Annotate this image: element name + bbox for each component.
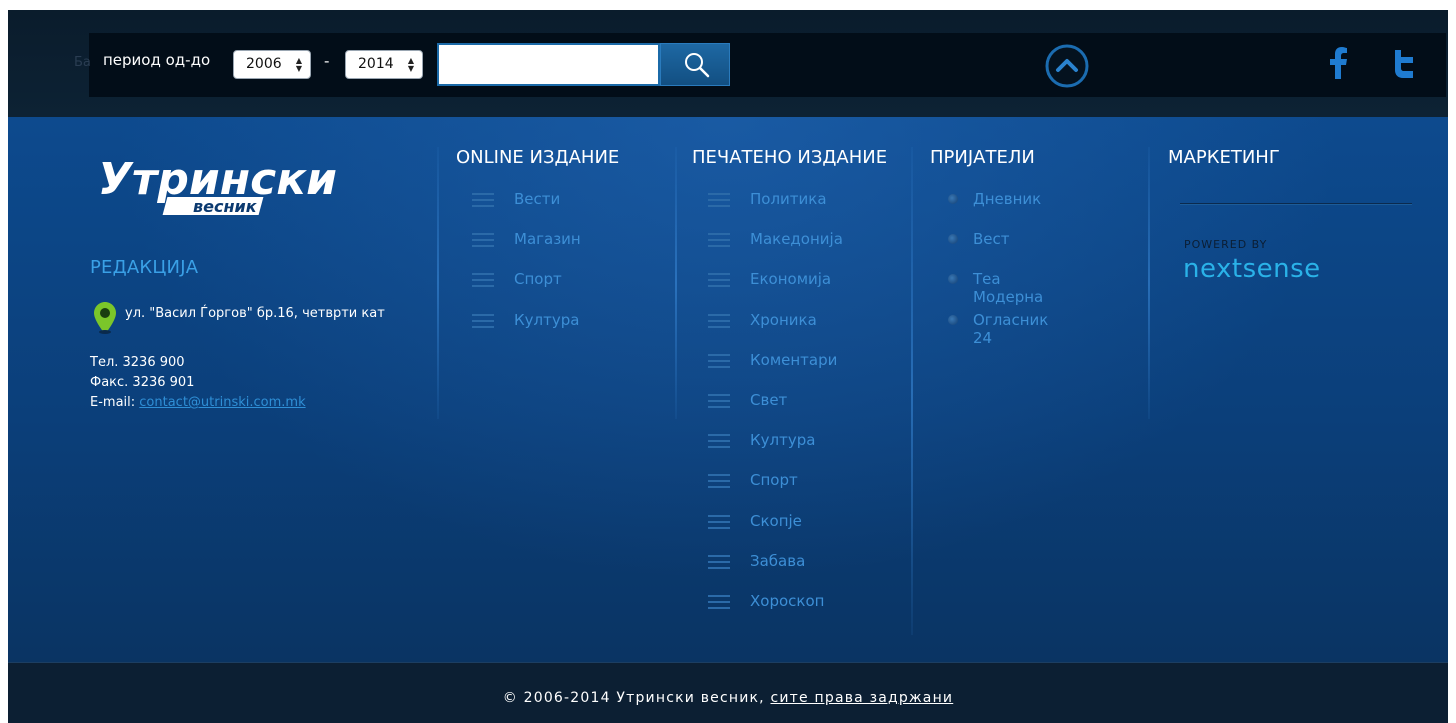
nextsense-logo[interactable]: nextsense bbox=[1183, 254, 1321, 284]
rights-link[interactable]: сите права задржани bbox=[770, 690, 953, 706]
print-item-label: Македонија bbox=[750, 230, 843, 249]
fax-text: Факс. 3236 901 bbox=[90, 375, 195, 390]
search-button[interactable] bbox=[660, 43, 730, 86]
column-divider bbox=[911, 147, 913, 635]
scroll-top-button[interactable] bbox=[1042, 43, 1092, 89]
search-input[interactable] bbox=[437, 43, 660, 86]
contact-info: Тел. 3236 900 Факс. 3236 901 E-mail: con… bbox=[90, 353, 306, 413]
friends-item-label: Огласник 24 bbox=[973, 310, 1049, 347]
print-item-label: Коментари bbox=[750, 350, 838, 369]
chevron-up-circle-icon bbox=[1045, 44, 1089, 88]
print-title: ПЕЧАТЕНО ИЗДАНИЕ bbox=[692, 147, 888, 168]
print-item-label: Спорт bbox=[750, 471, 798, 490]
print-item-label: Забава bbox=[750, 551, 806, 570]
stepper-arrows-icon: ▲ ▼ bbox=[295, 56, 302, 73]
print-item-label: Хроника bbox=[750, 310, 817, 329]
print-item-label: Економија bbox=[750, 270, 832, 289]
online-item-label: Спорт bbox=[514, 270, 562, 289]
friends-item-label: Дневник bbox=[973, 190, 1042, 208]
menu-lines-icon bbox=[472, 193, 494, 207]
print-item-label: Политика bbox=[750, 190, 827, 208]
powered-by-label: POWERED BY bbox=[1184, 238, 1268, 251]
menu-lines-icon bbox=[708, 273, 730, 288]
marketing-divider bbox=[1180, 203, 1412, 205]
print-item-label: Хороскоп bbox=[750, 591, 825, 610]
online-title: ONLINE ИЗДАНИЕ bbox=[456, 147, 620, 168]
print-item-label: Скопје bbox=[750, 511, 802, 530]
redakcija-title: РЕДАКЦИЈА bbox=[90, 257, 199, 278]
ghost-text: Ба bbox=[74, 55, 91, 70]
search-icon bbox=[685, 53, 710, 78]
menu-lines-icon bbox=[708, 434, 730, 449]
year-from-select[interactable]: 2006 ▲ ▼ bbox=[233, 50, 311, 79]
address-text: ул. "Васил Ѓоргов" бр.16, четврти кат bbox=[125, 306, 385, 321]
print-item-label: Култура bbox=[750, 431, 816, 450]
menu-lines-icon bbox=[472, 233, 494, 248]
copyright-text: © 2006-2014 Утрински весник, сите права … bbox=[8, 690, 1448, 706]
marketing-title: МАРКЕТИНГ bbox=[1168, 147, 1280, 168]
column-divider bbox=[1148, 147, 1150, 419]
email-row: E-mail: contact@utrinski.com.mk bbox=[90, 393, 306, 413]
menu-lines-icon bbox=[708, 353, 730, 368]
menu-lines-icon bbox=[708, 594, 730, 609]
menu-lines-icon bbox=[472, 313, 494, 328]
menu-lines-icon bbox=[708, 554, 730, 569]
search-bar: Ба период од-до 2006 ▲ ▼ - 2014 ▲ ▼ bbox=[8, 10, 1448, 117]
year-to-value: 2014 bbox=[358, 56, 394, 72]
menu-lines-icon bbox=[472, 273, 494, 288]
friends-item-label: Теа Модерна bbox=[973, 270, 1044, 307]
map-pin-icon bbox=[94, 302, 116, 334]
stepper-arrows-icon: ▲ ▼ bbox=[407, 56, 414, 73]
phone-text: Тел. 3236 900 bbox=[90, 355, 185, 370]
friends-item-label: Вест bbox=[973, 230, 1010, 249]
menu-lines-icon bbox=[708, 393, 730, 408]
year-to-select[interactable]: 2014 ▲ ▼ bbox=[345, 50, 423, 79]
twitter-icon[interactable] bbox=[1393, 50, 1415, 82]
copyright-label: © 2006-2014 Утрински весник, bbox=[502, 690, 765, 706]
period-label: период од-до bbox=[103, 51, 211, 69]
menu-lines-icon bbox=[708, 193, 730, 207]
friends-title: ПРИЈАТЕЛИ bbox=[930, 147, 1035, 168]
menu-lines-icon bbox=[708, 313, 730, 328]
menu-lines-icon bbox=[708, 233, 730, 248]
print-item-label: Свет bbox=[750, 390, 788, 409]
email-label: E-mail: bbox=[90, 395, 136, 410]
copyright-bar: © 2006-2014 Утрински весник, сите права … bbox=[8, 662, 1448, 723]
column-divider bbox=[437, 147, 439, 419]
facebook-icon[interactable] bbox=[1328, 47, 1348, 83]
column-divider bbox=[675, 147, 677, 419]
footer-page: Ба период од-до 2006 ▲ ▼ - 2014 ▲ ▼ Утри… bbox=[8, 10, 1448, 723]
logo-sub-text: весник bbox=[193, 197, 258, 216]
online-item-label: Култура bbox=[514, 310, 580, 329]
year-from-value: 2006 bbox=[246, 56, 282, 72]
period-dash: - bbox=[324, 52, 330, 70]
menu-lines-icon bbox=[708, 514, 730, 529]
online-item-label: Вести bbox=[514, 190, 561, 208]
menu-lines-icon bbox=[708, 474, 730, 489]
bullet-dot-icon bbox=[948, 194, 958, 204]
bullet-dot-icon bbox=[948, 314, 958, 325]
email-link[interactable]: contact@utrinski.com.mk bbox=[139, 395, 305, 410]
utrinski-logo[interactable]: Утрински весник bbox=[96, 150, 396, 220]
online-item-label: Магазин bbox=[514, 230, 581, 249]
